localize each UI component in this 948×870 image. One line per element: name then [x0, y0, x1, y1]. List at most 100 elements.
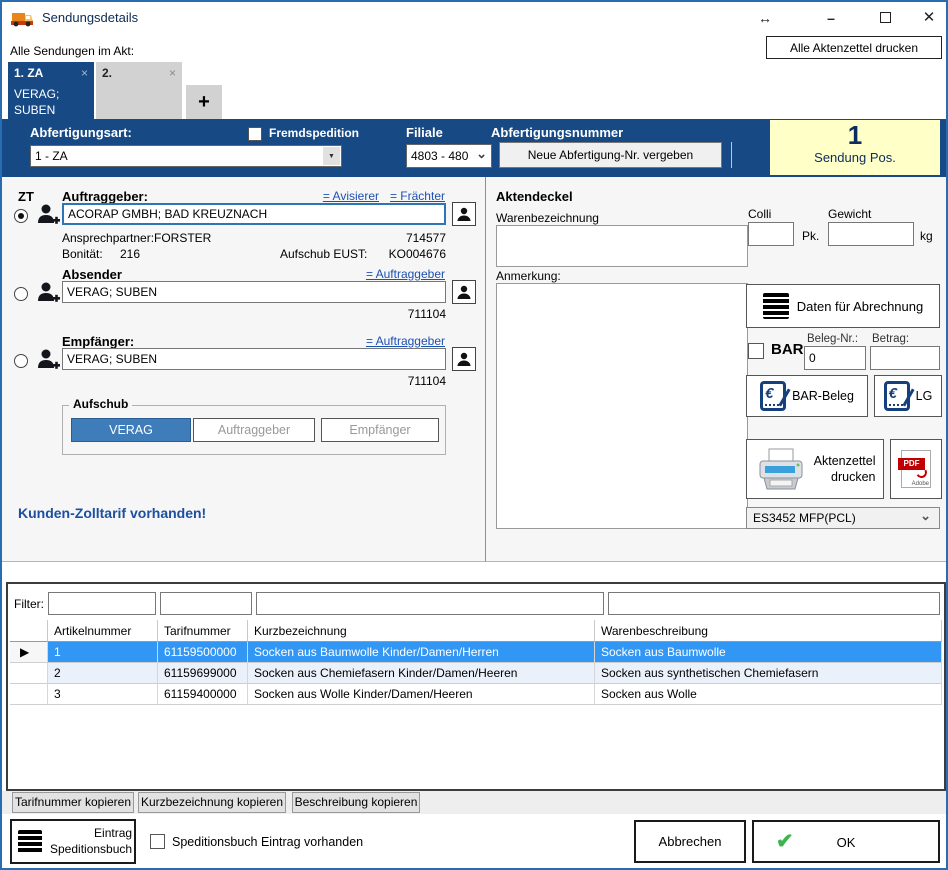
lg-button[interactable]: € LG [874, 375, 942, 417]
bonitaet-label: Bonität: [62, 247, 103, 261]
radio-auftraggeber[interactable] [14, 209, 28, 223]
table-row[interactable]: Socken aus Baumwolle [595, 642, 942, 663]
articles-table: Artikelnummer Tarifnummer Kurzbezeichnun… [10, 620, 942, 705]
abfertigungsart-value: 1 - ZA [35, 149, 68, 163]
row-selector-icon: ▶ [10, 642, 48, 663]
close-icon[interactable]: × [169, 66, 176, 80]
window-title: Sendungsdetails [42, 10, 138, 25]
fraechter-link[interactable]: = Frächter [390, 189, 445, 203]
chevron-down-icon[interactable]: ⌄ [920, 508, 931, 524]
filter-input-tarifnummer[interactable] [160, 592, 252, 615]
auftraggeber-contact-button[interactable] [452, 202, 476, 226]
printer-select[interactable]: ES3452 MFP(PCL) ⌄ [746, 507, 940, 529]
person-add-icon[interactable] [36, 202, 60, 228]
auftraggeber-input[interactable] [62, 203, 446, 225]
radio-absender[interactable] [14, 287, 28, 301]
bonitaet-value: 216 [120, 247, 140, 261]
close-icon[interactable]: × [81, 66, 88, 80]
maximize-button[interactable] [876, 9, 894, 27]
table-row[interactable]: 1 [48, 642, 158, 663]
absender-auftraggeber-link[interactable]: = Auftraggeber [366, 267, 445, 281]
table-row[interactable]: 3 [48, 684, 158, 705]
absender-input[interactable] [62, 281, 446, 303]
pdf-button[interactable]: PDF Adobe [890, 439, 942, 499]
table-row[interactable]: Socken aus Chemiefasern Kinder/Damen/Hee… [248, 663, 595, 684]
abrechnung-button[interactable]: Daten für Abrechnung [746, 284, 940, 328]
avisierer-link[interactable]: = Avisierer [323, 189, 379, 203]
betrag-input[interactable] [870, 346, 940, 370]
position-indicator: 1 Sendung Pos. [770, 120, 940, 175]
cancel-button[interactable]: Abbrechen [634, 820, 746, 863]
table-row[interactable]: Socken aus Wolle Kinder/Damen/Heeren [248, 684, 595, 705]
filter-input-artikelnummer[interactable] [48, 592, 156, 615]
maximize-icon [880, 12, 891, 23]
bar-beleg-button[interactable]: € BAR-Beleg [746, 375, 868, 417]
filter-input-warenbeschreibung[interactable] [608, 592, 940, 615]
auftraggeber-label: Auftraggeber: [62, 189, 148, 204]
aufschub-option-empfaenger[interactable]: Empfänger [321, 418, 439, 442]
aufschub-option-verag[interactable]: VERAG [71, 418, 191, 442]
ok-button[interactable]: ✔ OK [752, 820, 940, 863]
ansprechpartner-label: Ansprechpartner: [62, 231, 154, 245]
filiale-select[interactable]: 4803 - 480 ⌄ [406, 144, 492, 168]
table-row[interactable]: 61159400000 [158, 684, 248, 705]
empfaenger-input[interactable] [62, 348, 446, 370]
radio-empfaenger[interactable] [14, 354, 28, 368]
add-shipment-button[interactable]: + [186, 85, 222, 119]
colli-input[interactable] [748, 222, 794, 246]
abfertigungsart-select[interactable]: 1 - ZA ▼ [30, 145, 342, 167]
absender-contact-button[interactable] [452, 280, 476, 304]
neue-abfertigung-button[interactable]: Neue Abfertigung-Nr. vergeben [499, 142, 722, 168]
dropdown-arrow-icon[interactable]: ▼ [323, 147, 340, 165]
copy-beschreibung-button[interactable]: Beschreibung kopieren [292, 792, 420, 813]
table-row[interactable]: Socken aus synthetischen Chemiefasern [595, 663, 942, 684]
column-header[interactable]: Tarifnummer [158, 620, 248, 642]
column-header[interactable]: Artikelnummer [48, 620, 158, 642]
fremdspedition-checkbox[interactable] [248, 127, 262, 141]
chevron-down-icon[interactable]: ⌄ [476, 146, 487, 162]
aktendeckel-panel: Aktendeckel Warenbezeichnung Colli Pk. G… [486, 177, 946, 562]
empfaenger-contact-button[interactable] [452, 347, 476, 371]
table-row[interactable]: 61159500000 [158, 642, 248, 663]
empfaenger-auftraggeber-link[interactable]: = Auftraggeber [366, 334, 445, 348]
abrechnung-label: Daten für Abrechnung [797, 299, 923, 314]
abfertigungsnummer-label: Abfertigungsnummer [491, 125, 623, 140]
tab-shipment-2[interactable]: 2. × [96, 62, 182, 119]
copy-kurzbezeichnung-button[interactable]: Kurzbezeichnung kopieren [138, 792, 286, 813]
pk-label: Pk. [802, 229, 819, 243]
table-row[interactable]: Socken aus Wolle [595, 684, 942, 705]
close-button[interactable]: ✕ [920, 9, 938, 27]
aktenzettel-print-button[interactable]: Aktenzettel drucken [746, 439, 884, 499]
print-all-aktenzettel-button[interactable]: Alle Aktenzettel drucken [766, 36, 942, 59]
table-row[interactable]: 2 [48, 663, 158, 684]
minimize-button[interactable]: – [822, 9, 840, 27]
restore-icon[interactable]: ↔ [756, 9, 774, 27]
pdf-icon: PDF Adobe [901, 450, 931, 488]
empfaenger-label: Empfänger: [62, 334, 134, 349]
table-row[interactable]: Socken aus Baumwolle Kinder/Damen/Herren [248, 642, 595, 663]
colli-label: Colli [748, 207, 771, 221]
beleg-nr-input[interactable] [804, 346, 866, 370]
speditionsbuch-button[interactable]: Eintrag Speditionsbuch [10, 819, 136, 864]
copy-tarifnummer-button[interactable]: Tarifnummer kopieren [12, 792, 134, 813]
bottom-bar: Eintrag Speditionsbuch Speditionsbuch Ei… [2, 814, 946, 868]
aktenzettel-label: Aktenzettel drucken [812, 453, 876, 486]
aufschub-legend: Aufschub [69, 397, 132, 411]
aktendeckel-title: Aktendeckel [496, 189, 573, 204]
table-row[interactable]: 61159699000 [158, 663, 248, 684]
anmerkung-textarea[interactable] [496, 283, 748, 529]
column-header[interactable]: Kurzbezeichnung [248, 620, 595, 642]
speditionsbuch-checkbox[interactable] [150, 834, 165, 849]
aufschub-option-auftraggeber[interactable]: Auftraggeber [193, 418, 315, 442]
column-header[interactable]: Warenbeschreibung [595, 620, 942, 642]
filter-input-kurzbezeichnung[interactable] [256, 592, 604, 615]
bar-checkbox[interactable] [748, 343, 764, 359]
person-add-icon[interactable] [36, 280, 60, 306]
tab-shipment-1[interactable]: 1. ZA × VERAG; SUBEN [8, 62, 94, 119]
printer-icon [755, 447, 807, 491]
ansprechpartner-value: FORSTER [154, 231, 211, 245]
printer-value: ES3452 MFP(PCL) [753, 511, 856, 525]
gewicht-input[interactable] [828, 222, 914, 246]
person-add-icon[interactable] [36, 347, 60, 373]
warenbezeichnung-textarea[interactable] [496, 225, 748, 267]
